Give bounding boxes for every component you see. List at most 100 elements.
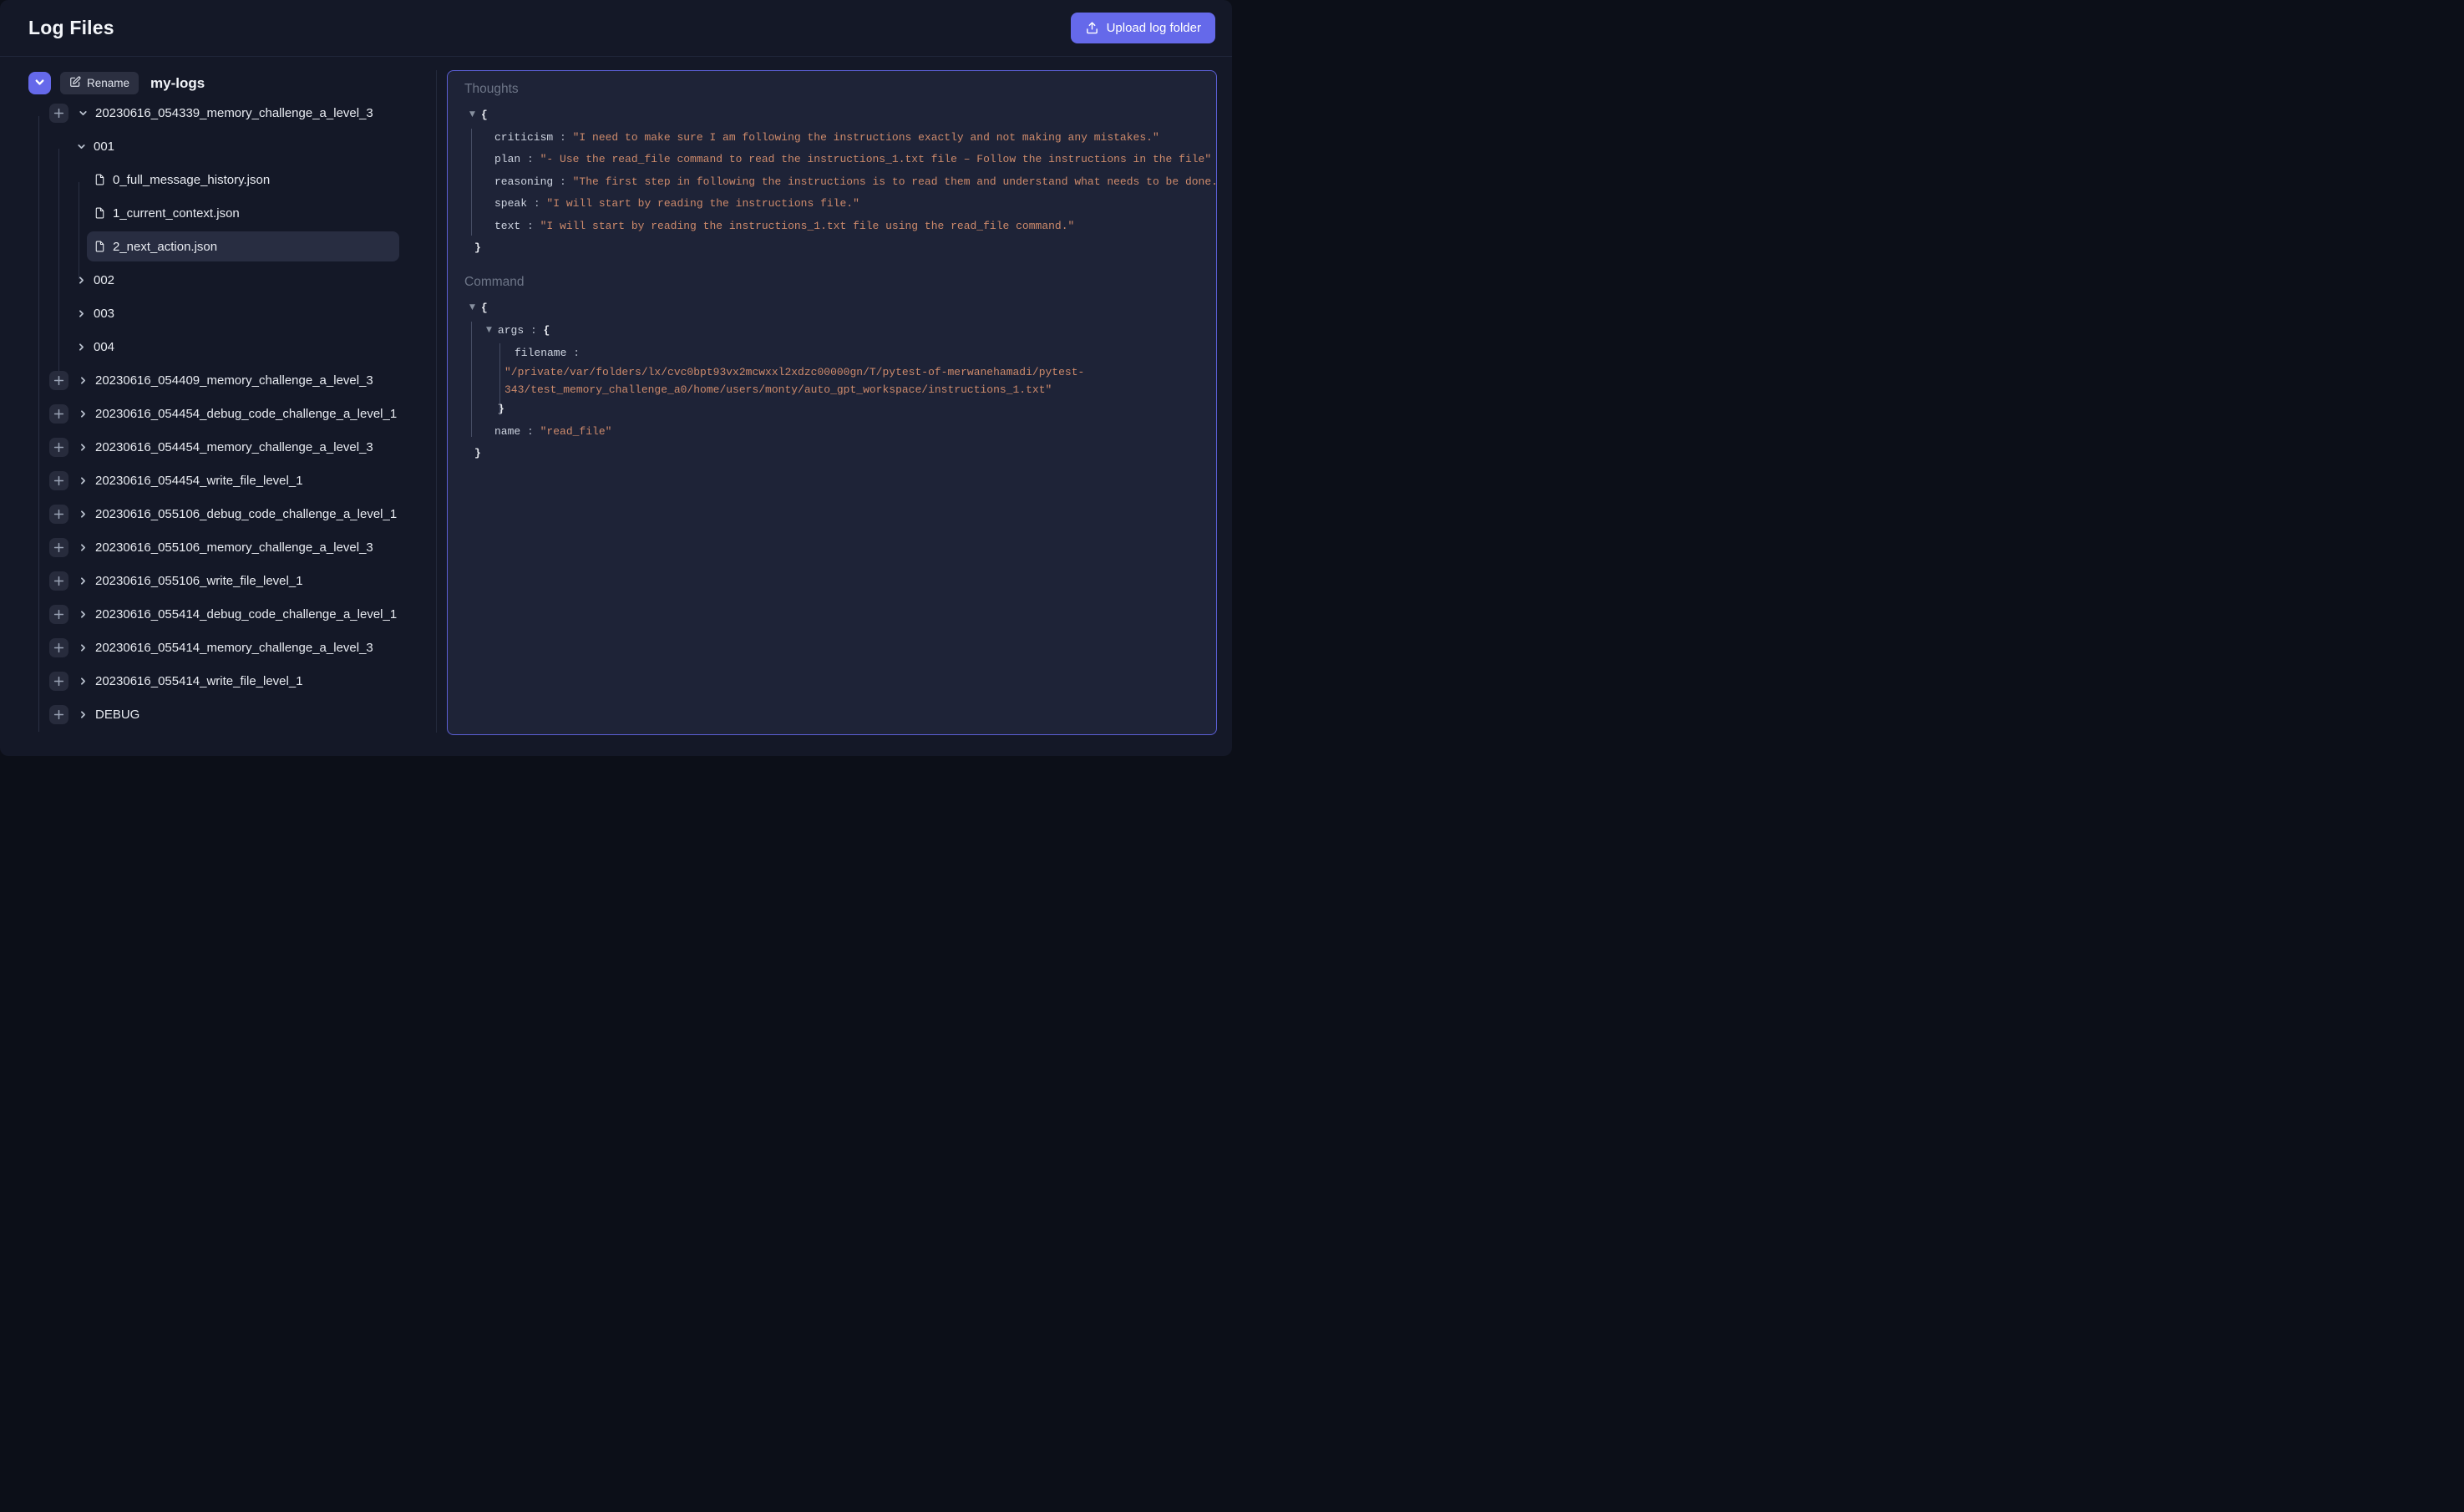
tree-item-label: 20230616_054409_memory_challenge_a_level… <box>95 373 373 388</box>
add-button[interactable] <box>49 705 68 724</box>
chevron-icon[interactable] <box>77 642 89 653</box>
tree-item-label: 002 <box>94 273 114 287</box>
add-button[interactable] <box>49 104 68 123</box>
tree-item-label: 20230616_055106_debug_code_challenge_a_l… <box>95 507 397 521</box>
json-colon: : <box>553 131 572 144</box>
command-section: Command ▼{ ▼args : { filename : "/privat… <box>464 274 1199 465</box>
add-button[interactable] <box>49 505 68 524</box>
log-tree: 20230616_054339_memory_challenge_a_level… <box>0 96 436 731</box>
chevron-icon[interactable] <box>77 708 89 720</box>
tree-item-label: 20230616_055106_write_file_level_1 <box>95 574 303 588</box>
log-files-app: Log Files Upload log folder <box>0 0 1232 756</box>
json-string-value: "I will start by reading the instruction… <box>540 220 1075 232</box>
json-key: speak <box>494 197 527 210</box>
tree-item-label: 001 <box>94 140 114 154</box>
tree-row[interactable]: 20230616_055106_write_file_level_1 <box>0 564 436 597</box>
log-detail-panel: Thoughts ▼{ criticism : "I need to make … <box>447 70 1217 735</box>
tree-row[interactable]: 002 <box>0 263 436 297</box>
root-collapse-button[interactable] <box>28 72 51 94</box>
chevron-icon[interactable] <box>75 307 87 319</box>
upload-icon <box>1085 21 1099 35</box>
thoughts-section-label: Thoughts <box>464 81 1199 98</box>
rename-button[interactable]: Rename <box>60 72 139 94</box>
chevron-icon[interactable] <box>77 474 89 486</box>
add-button[interactable] <box>49 471 68 490</box>
chevron-icon[interactable] <box>77 675 89 687</box>
tree-item-label: 20230616_055414_memory_challenge_a_level… <box>95 641 373 655</box>
add-button[interactable] <box>49 371 68 390</box>
json-root-row: ▼{ <box>464 297 1199 320</box>
chevron-icon[interactable] <box>77 441 89 453</box>
tree-row[interactable]: 20230616_055414_debug_code_challenge_a_l… <box>0 597 436 631</box>
json-entry-row: criticism : "I need to make sure I am fo… <box>464 127 1199 150</box>
json-close-row: } <box>464 443 1199 465</box>
log-tree-sidebar: Rename my-logs 20230616_054339_memory_ch… <box>0 57 436 756</box>
json-close-row: } <box>464 237 1199 260</box>
json-guide-line <box>471 129 472 236</box>
add-button[interactable] <box>49 605 68 624</box>
add-button[interactable] <box>49 638 68 657</box>
upload-button-label: Upload log folder <box>1107 21 1201 35</box>
tree-item-label: DEBUG <box>95 708 139 722</box>
tree-row[interactable]: 20230616_054409_memory_challenge_a_level… <box>0 363 436 397</box>
tree-item-label: 004 <box>94 340 114 354</box>
chevron-icon[interactable] <box>77 408 89 419</box>
tree-row[interactable]: 20230616_054339_memory_challenge_a_level… <box>0 96 436 129</box>
json-filename-value: "/private/var/folders/lx/cvc0bpt93vx2mcw… <box>464 364 1199 398</box>
thoughts-json-viewer: ▼{ criticism : "I need to make sure I am… <box>464 104 1199 260</box>
chevron-icon[interactable] <box>75 140 87 152</box>
chevron-icon[interactable] <box>77 541 89 553</box>
chevron-icon[interactable] <box>77 608 89 620</box>
tree-row[interactable]: 20230616_054454_write_file_level_1 <box>0 464 436 497</box>
file-icon <box>94 173 106 186</box>
tree-item-label: 20230616_054454_write_file_level_1 <box>95 474 303 488</box>
tree-row[interactable]: 003 <box>0 297 436 330</box>
rename-button-label: Rename <box>87 77 129 89</box>
json-key: text <box>494 220 520 232</box>
chevron-icon[interactable] <box>77 508 89 520</box>
chevron-icon[interactable] <box>77 575 89 586</box>
add-button[interactable] <box>49 538 68 557</box>
collapse-triangle-icon[interactable]: ▼ <box>469 297 475 319</box>
chevron-icon[interactable] <box>77 374 89 386</box>
file-icon <box>94 206 106 220</box>
upload-log-folder-button[interactable]: Upload log folder <box>1071 13 1215 43</box>
tree-item-label: 20230616_055414_debug_code_challenge_a_l… <box>95 607 397 622</box>
thoughts-section: Thoughts ▼{ criticism : "I need to make … <box>464 81 1199 260</box>
page-title: Log Files <box>28 17 114 39</box>
json-entry-row: text : "I will start by reading the inst… <box>464 216 1199 238</box>
json-guide-line-args <box>499 343 500 415</box>
tree-row[interactable]: 20230616_055106_debug_code_challenge_a_l… <box>0 497 436 530</box>
collapse-triangle-icon[interactable]: ▼ <box>469 104 475 126</box>
json-key: criticism <box>494 131 553 144</box>
tree-row[interactable]: 20230616_055106_memory_challenge_a_level… <box>0 530 436 564</box>
json-colon: : <box>527 197 546 210</box>
add-button[interactable] <box>49 404 68 424</box>
content: Rename my-logs 20230616_054339_memory_ch… <box>0 57 1232 756</box>
collapse-triangle-icon[interactable]: ▼ <box>486 319 492 342</box>
chevron-icon[interactable] <box>75 274 87 286</box>
tree-row[interactable]: 20230616_054454_memory_challenge_a_level… <box>0 430 436 464</box>
add-button[interactable] <box>49 672 68 691</box>
tree-row[interactable]: 0_full_message_history.json <box>0 163 436 196</box>
json-entry-row: plan : "- Use the read_file command to r… <box>464 149 1199 171</box>
json-colon: : <box>520 220 540 232</box>
add-button[interactable] <box>49 438 68 457</box>
tree-row[interactable]: 20230616_055414_memory_challenge_a_level… <box>0 631 436 664</box>
add-button[interactable] <box>49 571 68 591</box>
tree-row[interactable]: 001 <box>0 129 436 163</box>
thoughts-entries: criticism : "I need to make sure I am fo… <box>464 127 1199 238</box>
tree-row[interactable]: 20230616_055414_write_file_level_1 <box>0 664 436 698</box>
tree-row[interactable]: 2_next_action.json <box>0 230 436 263</box>
tree-row[interactable]: 004 <box>0 330 436 363</box>
tree-row[interactable]: 1_current_context.json <box>0 196 436 230</box>
json-string-value: "- Use the read_file command to read the… <box>540 153 1212 165</box>
chevron-icon[interactable] <box>75 341 87 353</box>
json-colon: : <box>553 175 572 188</box>
tree-row[interactable]: DEBUG <box>0 698 436 731</box>
tree-item-label: 003 <box>94 307 114 321</box>
chevron-icon[interactable] <box>77 107 89 119</box>
tree-row[interactable]: 20230616_054454_debug_code_challenge_a_l… <box>0 397 436 430</box>
json-args-row: ▼args : { <box>464 319 1199 342</box>
json-key: reasoning <box>494 175 553 188</box>
